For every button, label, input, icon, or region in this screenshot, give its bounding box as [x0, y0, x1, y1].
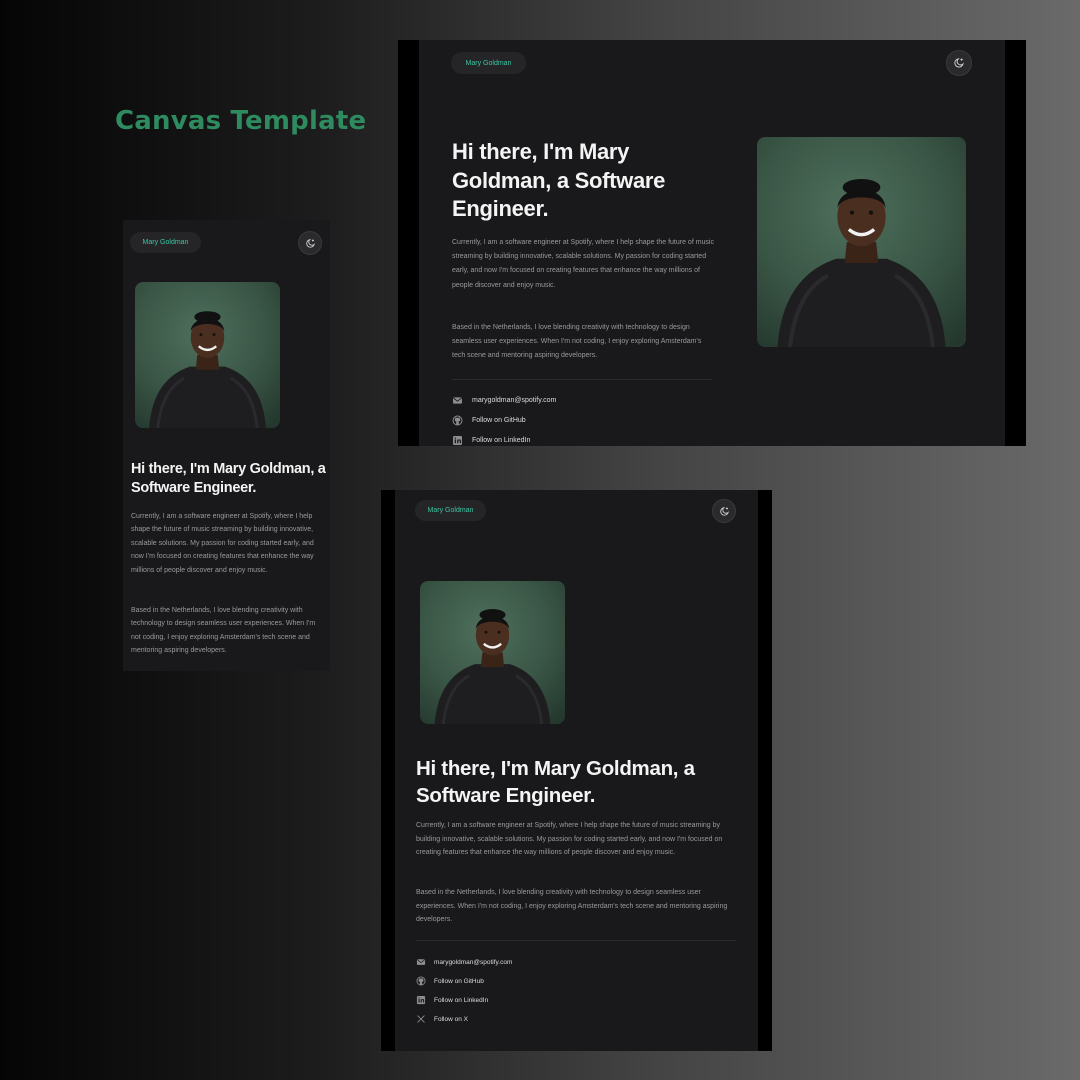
github-text: Follow on GitHub	[434, 977, 484, 985]
location-paragraph: Based in the Netherlands, I love blendin…	[131, 607, 316, 655]
x-icon	[416, 1014, 426, 1024]
mobile-preview: Mary Goldman Hi there, I'm Mary Goldman,…	[123, 220, 330, 671]
email-text: marygoldman@spotify.com	[472, 397, 557, 404]
linkedin-icon	[452, 435, 463, 446]
intro-paragraph: Currently, I am a software engineer at S…	[452, 239, 714, 289]
theme-toggle-button[interactable]	[712, 499, 736, 523]
page-title: Hi there, I'm Mary Goldman, a Software E…	[131, 461, 326, 496]
intro-paragraph: Currently, I am a software engineer at S…	[416, 822, 723, 856]
left-edge-bar	[381, 490, 395, 1051]
moon-sparkle-icon	[305, 238, 316, 249]
email-link[interactable]: marygoldman@spotify.com	[452, 395, 556, 406]
canvas-title: Canvas Template	[115, 106, 367, 136]
right-edge-bar	[1005, 40, 1026, 446]
x-text: Follow on X	[434, 1015, 468, 1023]
name-pill[interactable]: Mary Goldman	[130, 232, 201, 253]
linkedin-link[interactable]: Follow on LinkedIn	[416, 995, 488, 1005]
github-text: Follow on GitHub	[472, 417, 526, 424]
moon-sparkle-icon	[953, 57, 965, 69]
location-paragraph: Based in the Netherlands, I love blendin…	[452, 324, 702, 360]
title-line-3: Engineer.	[452, 196, 549, 221]
linkedin-text: Follow on LinkedIn	[472, 437, 531, 444]
desktop-preview: Mary Goldman Hi there, I'm Mary Goldman,…	[398, 40, 1026, 446]
name-pill[interactable]: Mary Goldman	[451, 52, 526, 74]
mail-icon	[452, 395, 463, 406]
profile-photo	[757, 137, 966, 347]
profile-photo	[420, 581, 565, 724]
github-link[interactable]: Follow on GitHub	[452, 415, 526, 426]
linkedin-link[interactable]: Follow on LinkedIn	[452, 435, 530, 446]
theme-toggle-button[interactable]	[946, 50, 972, 76]
profile-photo	[135, 282, 280, 428]
divider	[452, 379, 712, 380]
page-title: Hi there, I'm Mary Goldman, a Software E…	[416, 757, 695, 807]
title-line-2: Goldman, a Software	[452, 167, 666, 193]
email-link[interactable]: marygoldman@spotify.com	[416, 957, 512, 967]
left-edge-bar	[398, 40, 419, 446]
x-link[interactable]: Follow on X	[416, 1014, 468, 1024]
github-icon	[452, 415, 463, 426]
github-icon	[416, 976, 426, 986]
name-pill[interactable]: Mary Goldman	[415, 500, 486, 521]
email-text: marygoldman@spotify.com	[434, 958, 513, 966]
tablet-preview: Mary Goldman Hi there, I'm Mary Goldman,…	[381, 490, 772, 1051]
moon-sparkle-icon	[719, 506, 730, 517]
theme-toggle-button[interactable]	[298, 231, 322, 255]
github-link[interactable]: Follow on GitHub	[416, 976, 484, 986]
linkedin-icon	[416, 995, 426, 1005]
linkedin-text: Follow on LinkedIn	[434, 996, 489, 1004]
intro-paragraph: Currently, I am a software engineer at S…	[131, 513, 314, 574]
divider	[416, 940, 736, 941]
page-title: Hi there, I'm Mary Goldman, a Software E…	[452, 138, 722, 224]
location-paragraph: Based in the Netherlands, I love blendin…	[416, 889, 728, 923]
title-line-1: Hi there, I'm Mary	[452, 139, 630, 164]
right-edge-bar	[758, 490, 772, 1051]
mail-icon	[416, 957, 426, 967]
